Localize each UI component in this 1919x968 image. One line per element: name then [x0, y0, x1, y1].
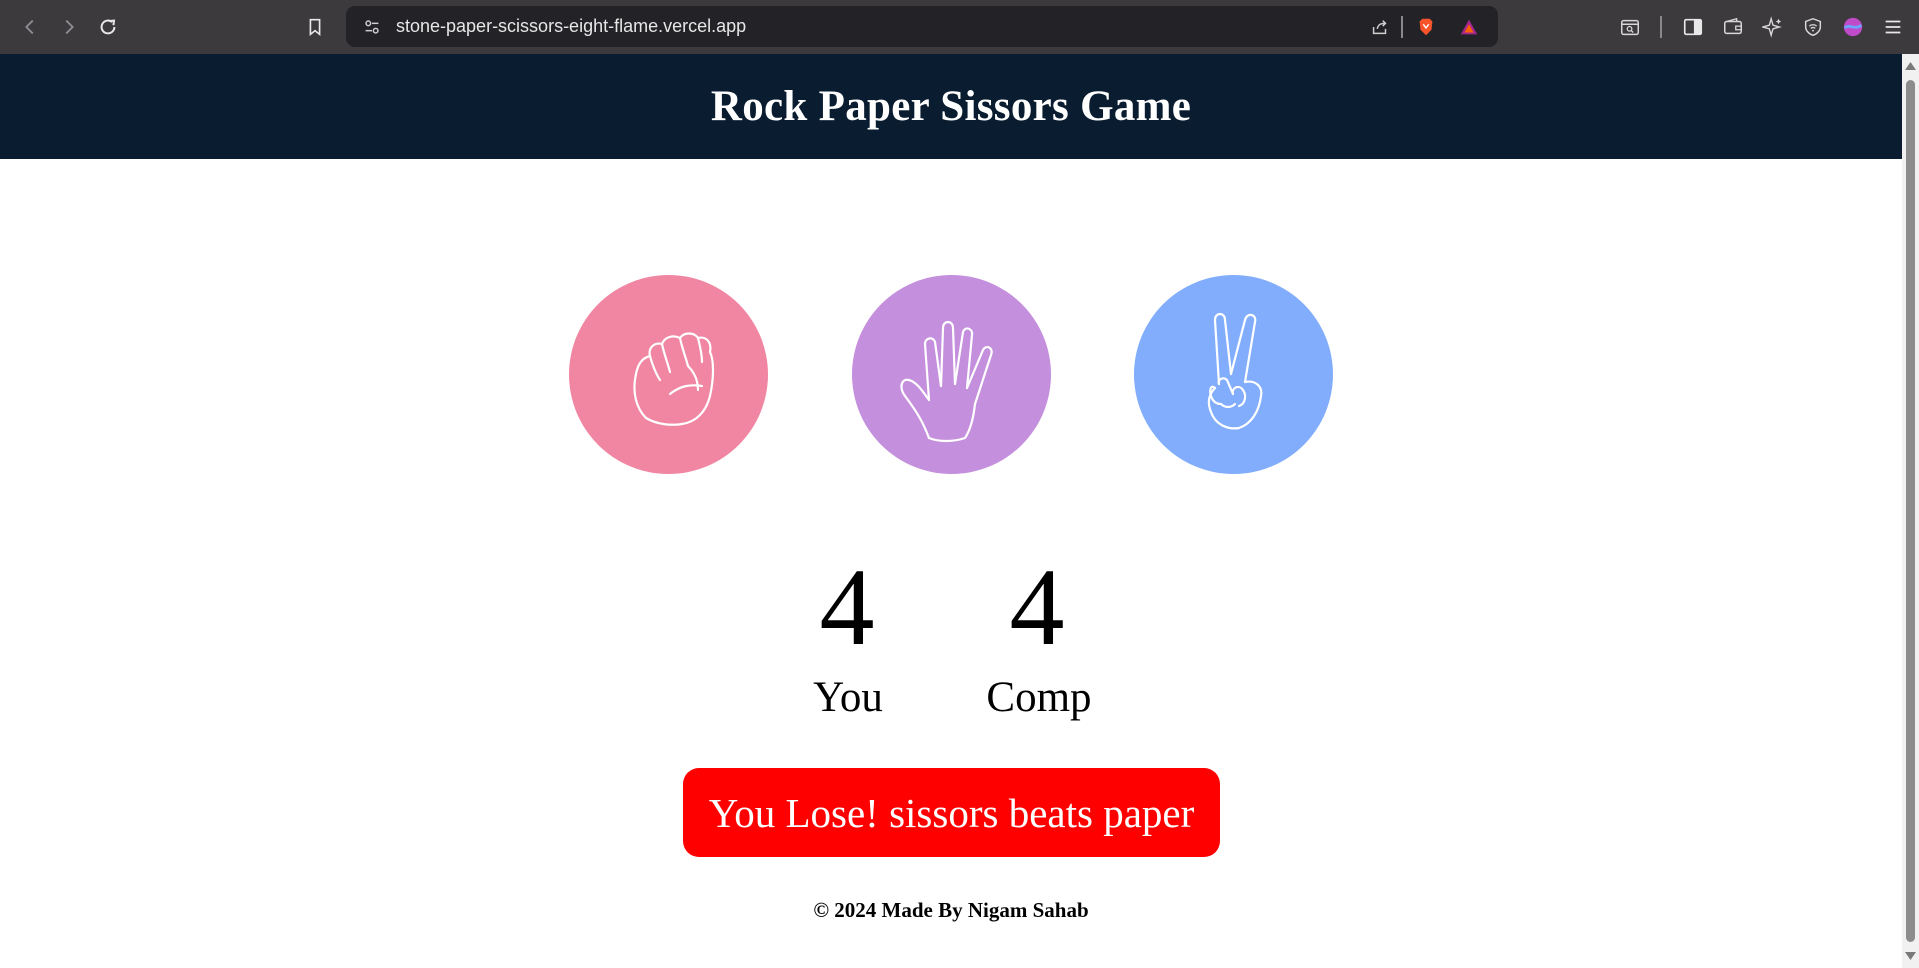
chevron-right-icon: [65, 19, 74, 35]
divider: [1401, 16, 1403, 38]
bookmark-button[interactable]: [301, 13, 329, 41]
address-bar[interactable]: stone-paper-scissors-eight-flame.vercel.…: [346, 6, 1498, 47]
page-title: Rock Paper Sissors Game: [710, 83, 1192, 130]
leo-ai-icon[interactable]: [1760, 14, 1786, 40]
user-score: 4: [819, 546, 875, 668]
chevron-left-icon: [25, 19, 34, 35]
comp-score: 4: [1009, 546, 1065, 668]
result-message: You Lose! sissors beats paper: [683, 768, 1220, 857]
sidebar-icon[interactable]: [1680, 14, 1706, 40]
open-hand-icon: [899, 320, 993, 442]
tab-search-icon[interactable]: [1617, 14, 1643, 40]
user-score-label: You: [813, 674, 883, 721]
browser-toolbar: stone-paper-scissors-eight-flame.vercel.…: [0, 0, 1919, 54]
brave-rewards-icon[interactable]: [1457, 15, 1481, 39]
paper-choice-button[interactable]: [852, 275, 1051, 474]
scroll-thumb[interactable]: [1906, 80, 1915, 942]
comp-score-label: Comp: [986, 674, 1092, 721]
menu-icon[interactable]: [1880, 14, 1906, 40]
share-icon[interactable]: [1368, 15, 1392, 39]
vertical-scrollbar[interactable]: [1902, 54, 1919, 968]
bookmark-icon: [309, 18, 321, 37]
back-button[interactable]: [16, 13, 44, 41]
rock-choice-button[interactable]: [569, 275, 768, 474]
scissors-choice-button[interactable]: [1134, 275, 1333, 474]
scroll-down-arrow-icon[interactable]: [1905, 952, 1916, 960]
profile-avatar-icon[interactable]: [1840, 14, 1866, 40]
divider: [1660, 16, 1662, 38]
reload-icon: [100, 19, 116, 35]
forward-button[interactable]: [55, 13, 83, 41]
vpn-icon[interactable]: [1800, 14, 1826, 40]
page-header: Rock Paper Sissors Game: [0, 54, 1902, 159]
fist-icon: [632, 331, 714, 426]
reload-button[interactable]: [94, 13, 122, 41]
url-text[interactable]: stone-paper-scissors-eight-flame.vercel.…: [396, 6, 746, 47]
site-settings-icon[interactable]: [360, 15, 384, 39]
wallet-icon[interactable]: [1720, 14, 1746, 40]
scroll-up-arrow-icon[interactable]: [1905, 62, 1916, 70]
brave-shield-icon[interactable]: [1414, 15, 1438, 39]
victory-hand-icon: [1207, 312, 1262, 429]
footer-credit: © 2024 Made By Nigam Sahab: [813, 898, 1089, 922]
